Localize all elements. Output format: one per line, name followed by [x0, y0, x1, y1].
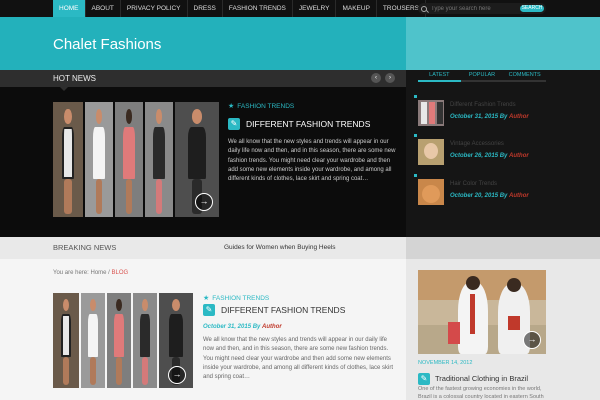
- photo-panel: [115, 102, 143, 217]
- chevron-left-icon[interactable]: ‹: [371, 73, 381, 83]
- star-icon: ★: [203, 295, 210, 302]
- breaking-news-bar: BREAKING NEWS Guides for Women when Buyi…: [0, 237, 600, 259]
- post-title[interactable]: Hair Color Trends: [450, 181, 497, 187]
- search-input[interactable]: [431, 5, 519, 12]
- photo-panel: [145, 102, 173, 217]
- post-meta: October 20, 2015 By Author: [450, 193, 529, 199]
- photo-panel: [133, 293, 157, 388]
- post-title[interactable]: DIFFERENT FASHION TRENDS: [221, 305, 345, 315]
- hot-news-category[interactable]: ★ FASHION TRENDS: [228, 102, 294, 110]
- hot-news-notch: [60, 87, 68, 91]
- post-thumbnail[interactable]: [418, 139, 444, 165]
- nav-home[interactable]: HOME: [53, 0, 86, 17]
- post-meta: October 26, 2015 By Author: [450, 153, 529, 159]
- nav-jewelry[interactable]: JEWELRY: [293, 0, 337, 17]
- search-button[interactable]: SEARCH: [520, 5, 544, 12]
- read-more-arrow-icon[interactable]: →: [168, 366, 186, 384]
- sidebar-post[interactable]: Vintage Accessories October 26, 2015 By …: [414, 134, 546, 169]
- breaking-news-right-panel: [406, 237, 600, 259]
- site-header: Chalet Fashions: [0, 17, 600, 70]
- site-title[interactable]: Chalet Fashions: [53, 36, 161, 53]
- hot-news-title[interactable]: DIFFERENT FASHION TRENDS: [246, 119, 370, 129]
- breadcrumb-prefix: You are here:: [53, 270, 91, 276]
- post-meta: October 31, 2015 By Author: [450, 114, 529, 120]
- breadcrumb: You are here: Home / BLOG: [53, 270, 128, 276]
- feature-date: NOVEMBER 14, 2012: [418, 360, 473, 366]
- top-navigation: HOME ABOUT PRIVACY POLICY DRESS FASHION …: [0, 0, 600, 17]
- sidebar-post[interactable]: Hair Color Trends October 20, 2015 By Au…: [414, 174, 546, 209]
- hot-news-section: HOT NEWS ‹ › → ★ FASHION TRENDS ✎ DIFFERE…: [0, 70, 600, 237]
- post-title[interactable]: Different Fashion Trends: [450, 102, 516, 108]
- post-thumbnail[interactable]: [418, 100, 444, 126]
- breadcrumb-current: BLOG: [111, 270, 129, 276]
- breaking-news-label: BREAKING NEWS: [53, 243, 117, 252]
- sidebar-post[interactable]: Different Fashion Trends October 31, 201…: [414, 95, 546, 130]
- pencil-icon: ✎: [418, 373, 430, 385]
- bullet-icon: [414, 95, 417, 98]
- feature-title[interactable]: Traditional Clothing in Brazil: [435, 374, 528, 383]
- breadcrumb-home-link[interactable]: Home: [90, 270, 106, 276]
- hot-news-excerpt: We all know that the new styles and tren…: [228, 139, 396, 183]
- hot-news-bar: HOT NEWS ‹ ›: [0, 70, 406, 91]
- bullet-icon: [414, 134, 417, 137]
- category-label[interactable]: FASHION TRENDS: [212, 295, 269, 302]
- breaking-news-ticker[interactable]: Guides for Women when Buying Heels: [224, 244, 336, 251]
- header-accent-panel: [406, 17, 600, 70]
- photo-panel: [85, 102, 113, 217]
- photo-panel: [53, 102, 83, 217]
- sidebar-tabs: LATEST POPULAR COMMENTS: [418, 70, 547, 82]
- post-excerpt: We all know that the new styles and tren…: [203, 337, 393, 381]
- tab-popular[interactable]: POPULAR: [460, 70, 504, 82]
- bullet-icon: [414, 174, 417, 177]
- search-icon: [421, 5, 427, 12]
- main-menu: HOME ABOUT PRIVACY POLICY DRESS FASHION …: [53, 0, 427, 17]
- read-more-arrow-icon[interactable]: →: [523, 331, 541, 349]
- post-category[interactable]: ★ FASHION TRENDS: [203, 294, 269, 302]
- photo-panel: [81, 293, 105, 388]
- nav-privacy-policy[interactable]: PRIVACY POLICY: [121, 0, 188, 17]
- read-more-arrow-icon[interactable]: →: [195, 193, 213, 211]
- star-icon: ★: [228, 103, 235, 110]
- feature-excerpt: One of the fastest growing economies in …: [418, 386, 544, 400]
- hot-news-label: HOT NEWS: [53, 74, 96, 83]
- post-meta: October 31, 2015 By Author: [203, 324, 282, 330]
- post-title[interactable]: Vintage Accessories: [450, 141, 504, 147]
- nav-makeup[interactable]: MAKEUP: [336, 0, 377, 17]
- photo-panel: [53, 293, 79, 388]
- tab-comments[interactable]: COMMENTS: [503, 70, 547, 82]
- nav-dress[interactable]: DRESS: [188, 0, 223, 17]
- post-thumbnail[interactable]: [418, 179, 444, 205]
- pencil-icon: ✎: [228, 118, 240, 130]
- photo-panel: [107, 293, 131, 388]
- tab-latest[interactable]: LATEST: [418, 70, 461, 82]
- search-box: SEARCH: [418, 3, 546, 14]
- nav-about[interactable]: ABOUT: [86, 0, 121, 17]
- pencil-icon: ✎: [203, 304, 215, 316]
- chevron-right-icon[interactable]: ›: [385, 73, 395, 83]
- nav-fashion-trends[interactable]: FASHION TRENDS: [223, 0, 293, 17]
- category-label[interactable]: FASHION TRENDS: [237, 103, 294, 110]
